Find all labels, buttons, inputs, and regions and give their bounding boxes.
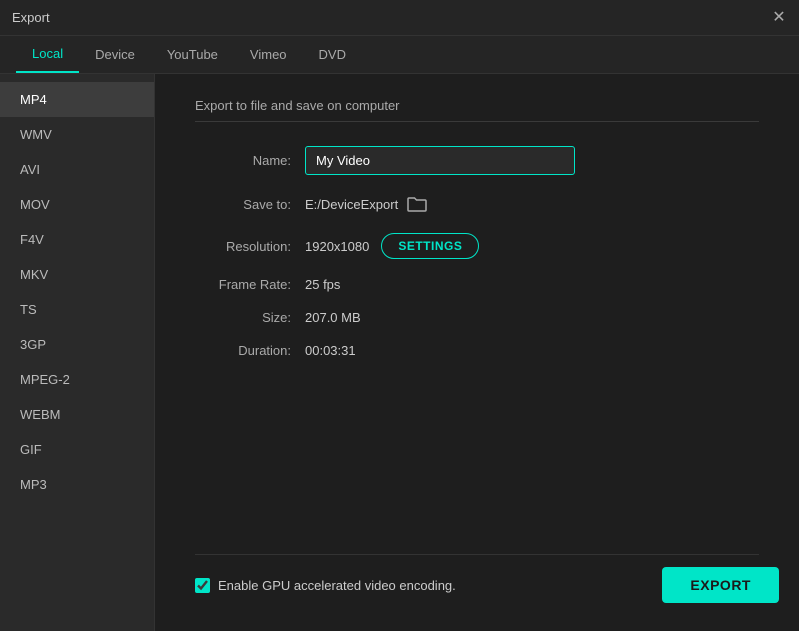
sidebar-item-wmv[interactable]: WMV bbox=[0, 117, 154, 152]
resolution-value: 1920x1080 bbox=[305, 239, 369, 254]
size-label: Size: bbox=[195, 310, 305, 325]
save-to-inner: E:/DeviceExport bbox=[305, 193, 428, 215]
tab-device[interactable]: Device bbox=[79, 35, 151, 73]
format-sidebar: MP4 WMV AVI MOV F4V MKV TS 3GP MPEG-2 WE… bbox=[0, 74, 155, 631]
save-to-row: Save to: E:/DeviceExport bbox=[195, 193, 759, 215]
sidebar-item-mp3[interactable]: MP3 bbox=[0, 467, 154, 502]
settings-button[interactable]: SETTINGS bbox=[381, 233, 479, 259]
size-row: Size: 207.0 MB bbox=[195, 310, 759, 325]
window-title: Export bbox=[12, 10, 50, 25]
title-bar: Export ✕ bbox=[0, 0, 799, 36]
duration-value: 00:03:31 bbox=[305, 343, 356, 358]
frame-rate-value: 25 fps bbox=[305, 277, 340, 292]
main-area: MP4 WMV AVI MOV F4V MKV TS 3GP MPEG-2 WE… bbox=[0, 74, 799, 631]
footer: Enable GPU accelerated video encoding. E… bbox=[195, 554, 759, 607]
tab-youtube[interactable]: YouTube bbox=[151, 35, 234, 73]
tab-local[interactable]: Local bbox=[16, 35, 79, 73]
sidebar-item-mov[interactable]: MOV bbox=[0, 187, 154, 222]
sidebar-item-webm[interactable]: WEBM bbox=[0, 397, 154, 432]
duration-row: Duration: 00:03:31 bbox=[195, 343, 759, 358]
export-button[interactable]: EXPORT bbox=[662, 567, 779, 603]
save-to-label: Save to: bbox=[195, 197, 305, 212]
name-input[interactable] bbox=[305, 146, 575, 175]
sidebar-item-mp4[interactable]: MP4 bbox=[0, 82, 154, 117]
duration-label: Duration: bbox=[195, 343, 305, 358]
tab-vimeo[interactable]: Vimeo bbox=[234, 35, 303, 73]
sidebar-item-f4v[interactable]: F4V bbox=[0, 222, 154, 257]
browse-folder-button[interactable] bbox=[406, 193, 428, 215]
sidebar-item-mkv[interactable]: MKV bbox=[0, 257, 154, 292]
close-button[interactable]: ✕ bbox=[771, 10, 787, 26]
resolution-inner: 1920x1080 SETTINGS bbox=[305, 233, 479, 259]
name-label: Name: bbox=[195, 153, 305, 168]
gpu-checkbox[interactable] bbox=[195, 578, 210, 593]
gpu-checkbox-row: Enable GPU accelerated video encoding. bbox=[195, 578, 456, 593]
sidebar-item-avi[interactable]: AVI bbox=[0, 152, 154, 187]
export-content: Export to file and save on computer Name… bbox=[155, 74, 799, 631]
resolution-label: Resolution: bbox=[195, 239, 305, 254]
frame-rate-row: Frame Rate: 25 fps bbox=[195, 277, 759, 292]
gpu-label: Enable GPU accelerated video encoding. bbox=[218, 578, 456, 593]
sidebar-item-ts[interactable]: TS bbox=[0, 292, 154, 327]
tab-dvd[interactable]: DVD bbox=[303, 35, 362, 73]
name-row: Name: bbox=[195, 146, 759, 175]
sidebar-item-3gp[interactable]: 3GP bbox=[0, 327, 154, 362]
section-title: Export to file and save on computer bbox=[195, 98, 759, 122]
size-value: 207.0 MB bbox=[305, 310, 361, 325]
tab-bar: Local Device YouTube Vimeo DVD bbox=[0, 36, 799, 74]
sidebar-item-mpeg2[interactable]: MPEG-2 bbox=[0, 362, 154, 397]
frame-rate-label: Frame Rate: bbox=[195, 277, 305, 292]
save-to-value: E:/DeviceExport bbox=[305, 197, 398, 212]
sidebar-item-gif[interactable]: GIF bbox=[0, 432, 154, 467]
resolution-row: Resolution: 1920x1080 SETTINGS bbox=[195, 233, 759, 259]
